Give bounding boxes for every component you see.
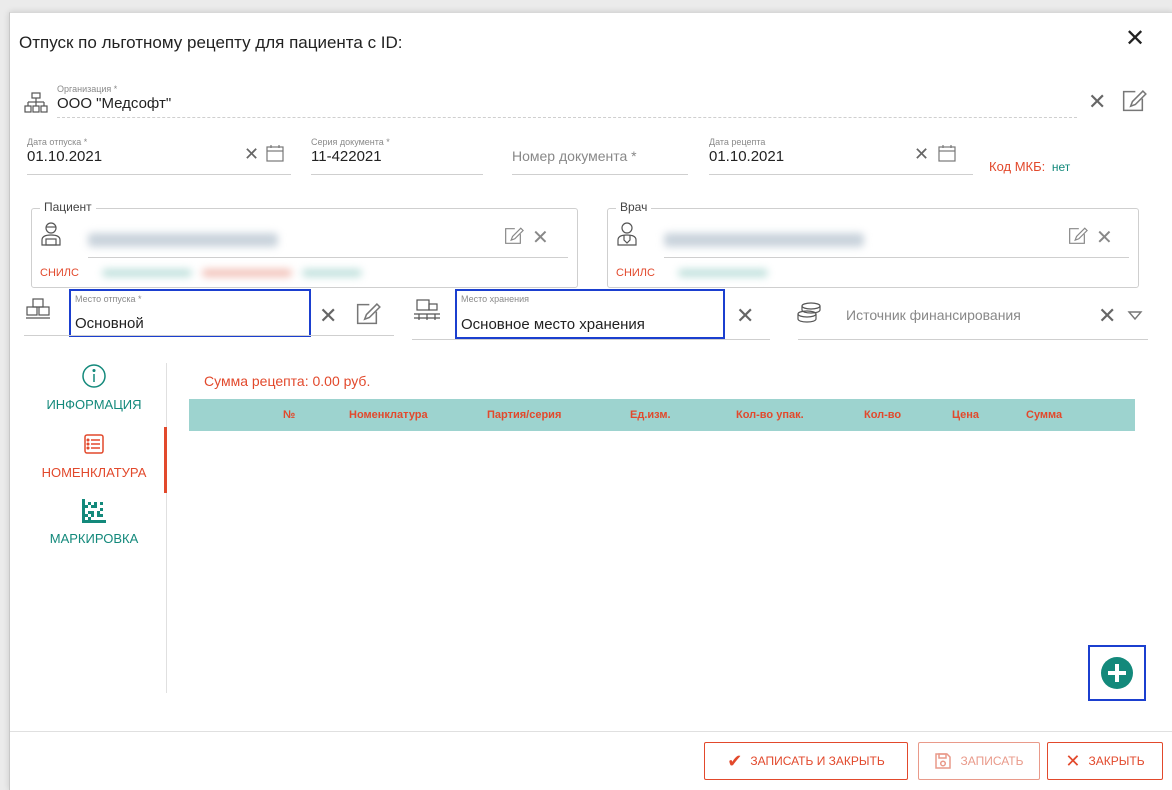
save-and-close-label: ЗАПИСАТЬ И ЗАКРЫТЬ (750, 754, 885, 768)
sidebar-item-marking[interactable]: МАРКИРОВКА (24, 499, 164, 546)
patient-snils-label: СНИЛС (40, 267, 79, 279)
clear-patient-icon[interactable]: ✕ (532, 225, 549, 250)
sidebar-item-information-label: ИНФОРМАЦИЯ (46, 397, 142, 412)
doctor-snils-label: СНИЛС (616, 267, 655, 279)
recipe-date-field[interactable]: 01.10.2021 (709, 148, 973, 175)
col-unit: Ед.изм. (630, 409, 671, 421)
patient-name-blurred (88, 233, 278, 247)
doctor-name-blurred (664, 233, 864, 247)
storage-place-label: Место хранения (461, 294, 529, 304)
floppy-icon (935, 753, 952, 769)
save-button[interactable]: ЗАПИСАТЬ (918, 742, 1040, 780)
sidebar-item-nomenclature-label: НОМЕНКЛАТУРА (41, 465, 147, 480)
close-icon: ✕ (1065, 750, 1081, 771)
col-batch: Партия/серия (487, 409, 562, 421)
patient-snils-blurred (102, 269, 192, 277)
datamatrix-icon (82, 499, 106, 523)
release-place-field[interactable]: Место отпуска * Основной (69, 289, 311, 337)
storage-place-field[interactable]: Место хранения Основное место хранения (455, 289, 725, 339)
clear-release-place-icon[interactable]: ✕ (319, 303, 337, 329)
release-date-value: 01.10.2021 (27, 148, 103, 165)
doc-series-label: Серия документа * (311, 137, 390, 147)
col-qty: Кол-во (864, 409, 902, 421)
release-place-icon (25, 298, 51, 327)
sidebar: ИНФОРМАЦИЯ НОМЕНКЛАТУРА МАРКИРОВКА (10, 363, 170, 693)
doctor-fieldset: Врач ✕ СНИЛС (607, 200, 1139, 288)
recipe-sum: Сумма рецепта: 0.00 руб. (204, 373, 371, 389)
sidebar-item-nomenclature[interactable]: НОМЕНКЛАТУРА (24, 431, 164, 480)
info-icon (81, 363, 107, 389)
mkb-code: Код МКБ: нет (989, 159, 1070, 174)
recipe-date-label: Дата рецепта (709, 137, 766, 147)
items-table-body (189, 431, 1135, 681)
release-place-value: Основной (75, 315, 144, 332)
organization-field[interactable]: ООО "Медсофт" (57, 95, 1077, 118)
clear-organization-icon[interactable]: ✕ (1088, 89, 1106, 115)
close-dialog-icon[interactable]: ✕ (1125, 27, 1145, 51)
edit-release-place-icon[interactable] (353, 300, 381, 333)
doc-series-value: 11-422021 (311, 148, 382, 165)
organization-icon (24, 91, 48, 120)
plus-icon (1101, 657, 1133, 689)
doctor-icon (616, 221, 638, 252)
close-button[interactable]: ✕ ЗАКРЫТЬ (1047, 742, 1163, 780)
clear-release-date-icon[interactable]: ✕ (244, 144, 259, 165)
patient-fieldset: Пациент ✕ СНИЛС (31, 200, 578, 288)
col-pack-qty: Кол-во упак. (736, 409, 804, 421)
mkb-label: Код МКБ: (989, 159, 1046, 174)
save-and-close-button[interactable]: ✔ ЗАПИСАТЬ И ЗАКРЫТЬ (704, 742, 908, 780)
funding-source-placeholder: Источник финансирования (846, 307, 1021, 323)
doc-number-placeholder: Номер документа * (512, 148, 637, 164)
clear-storage-place-icon[interactable]: ✕ (736, 303, 754, 329)
edit-patient-icon[interactable] (502, 225, 524, 252)
col-sum: Сумма (1026, 409, 1063, 421)
add-item-button[interactable] (1088, 645, 1146, 701)
patient-icon (40, 221, 62, 252)
patient-legend: Пациент (40, 200, 96, 214)
mkb-value: нет (1051, 160, 1071, 174)
calendar-icon[interactable] (265, 143, 285, 168)
dialog-title: Отпуск по льготному рецепту для пациента… (19, 33, 403, 52)
list-icon (81, 431, 107, 457)
clear-doctor-icon[interactable]: ✕ (1096, 225, 1113, 250)
doc-series-field[interactable]: 11-422021 (311, 148, 483, 175)
sidebar-active-indicator (164, 427, 167, 493)
clear-funding-source-icon[interactable]: ✕ (1098, 303, 1116, 329)
sidebar-item-information[interactable]: ИНФОРМАЦИЯ (24, 363, 164, 412)
col-price: Цена (952, 409, 980, 421)
release-date-label: Дата отпуска * (27, 137, 88, 147)
funding-source-field[interactable]: Источник финансирования (798, 305, 1148, 340)
release-dialog: Отпуск по льготному рецепту для пациента… (9, 12, 1172, 790)
save-label: ЗАПИСАТЬ (960, 754, 1024, 768)
release-place-label: Место отпуска * (75, 294, 142, 304)
storage-place-value: Основное место хранения (461, 316, 645, 333)
doctor-snils-blurred (678, 269, 768, 277)
storage-place-icon (413, 298, 441, 329)
doc-number-field[interactable]: Номер документа * (512, 148, 688, 175)
clear-recipe-date-icon[interactable]: ✕ (914, 144, 929, 165)
sidebar-item-marking-label: МАРКИРОВКА (49, 531, 139, 546)
recipe-date-value: 01.10.2021 (709, 148, 785, 165)
chevron-down-icon[interactable] (1127, 309, 1143, 327)
organization-label: Организация * (57, 84, 118, 94)
col-nomenclature: Номенклатура (349, 409, 428, 421)
calendar-icon[interactable] (937, 143, 957, 168)
check-icon: ✔ (727, 750, 743, 771)
edit-organization-icon[interactable] (1119, 87, 1147, 120)
organization-value: ООО "Медсофт" (57, 95, 172, 112)
edit-doctor-icon[interactable] (1066, 225, 1088, 252)
close-label: ЗАКРЫТЬ (1088, 754, 1145, 768)
doctor-legend: Врач (616, 200, 652, 214)
footer-divider (10, 731, 1172, 732)
items-table-header: № Номенклатура Партия/серия Ед.изм. Кол-… (189, 399, 1135, 431)
col-number: № (283, 409, 296, 421)
